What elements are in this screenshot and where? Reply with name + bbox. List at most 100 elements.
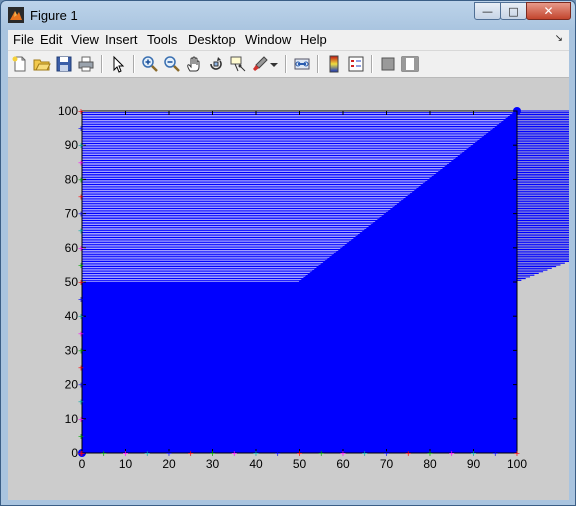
menu-view[interactable]: View: [71, 32, 99, 47]
axis-marker: +: [78, 312, 85, 321]
axis-marker: +: [78, 364, 85, 373]
colorbar-icon[interactable]: [324, 54, 344, 74]
axis-marker: +: [78, 193, 85, 202]
close-button[interactable]: ✕: [526, 2, 571, 20]
print-icon[interactable]: [76, 54, 96, 74]
open-file-icon[interactable]: [32, 54, 52, 74]
save-icon[interactable]: [54, 54, 74, 74]
menu-dock-arrow-icon[interactable]: ↘: [555, 33, 563, 44]
y-tick-label: 20: [65, 378, 79, 392]
axes-plot[interactable]: 0 10 20 30 40 50 60 70 80 90 100010203040506070809…: [8, 78, 569, 500]
axis-marker: +: [405, 449, 412, 458]
y-tick-label: 80: [65, 172, 79, 186]
axis-marker: +: [78, 432, 85, 441]
zoom-in-icon[interactable]: [140, 54, 160, 74]
matlab-figure-icon: [8, 7, 24, 23]
close-icon: ✕: [543, 4, 554, 18]
toolbar-separator: [371, 55, 373, 73]
axis-marker: +: [78, 210, 85, 219]
x-tick-label: 10: [119, 457, 133, 471]
toolbar-separator: [285, 55, 287, 73]
menu-window[interactable]: Window: [245, 32, 291, 47]
axis-marker: +: [78, 398, 85, 407]
menu-file[interactable]: File: [13, 32, 34, 47]
axis-marker: +: [78, 415, 85, 424]
axis-marker: +: [144, 449, 151, 458]
figure-toolbar: [8, 51, 569, 78]
axis-marker: +: [470, 449, 477, 458]
axis-marker: +: [78, 141, 85, 150]
legend-icon[interactable]: [346, 54, 366, 74]
axis-marker: +: [296, 449, 303, 458]
toolbar-separator: [133, 55, 135, 73]
hide-plot-tools-icon[interactable]: [378, 54, 398, 74]
x-tick-label: 30: [206, 457, 220, 471]
axis-marker: +: [448, 449, 455, 458]
minimize-button[interactable]: —: [474, 2, 501, 20]
axis-marker: +: [274, 449, 281, 458]
y-tick-label: 100: [58, 104, 78, 118]
axis-marker: +: [187, 449, 194, 458]
x-tick-label: 90: [467, 457, 481, 471]
menu-tools[interactable]: Tools: [147, 32, 177, 47]
x-tick-label: 70: [380, 457, 394, 471]
maximize-button[interactable]: □: [500, 2, 527, 20]
axis-marker: +: [427, 449, 434, 458]
axis-marker: +: [122, 449, 129, 458]
figure-canvas: 0 10 20 30 40 50 60 70 80 90 100 0 10 20 30 40 50 60 70 80 9…: [8, 78, 569, 500]
axis-marker: +: [361, 449, 368, 458]
menu-edit[interactable]: Edit: [40, 32, 62, 47]
minimize-icon: —: [482, 4, 493, 18]
y-tick-label: 10: [65, 412, 79, 426]
x-tick-label: 50: [293, 457, 307, 471]
axis-marker: +: [78, 381, 85, 390]
window-title: Figure 1: [30, 8, 78, 23]
axis-marker: +: [231, 449, 238, 458]
menu-desktop[interactable]: Desktop: [188, 32, 236, 47]
axis-marker: +: [78, 329, 85, 338]
axis-marker: +: [383, 449, 390, 458]
x-tick-label: 40: [249, 457, 263, 471]
y-tick-label: 40: [65, 309, 79, 323]
show-plot-tools-icon[interactable]: [400, 54, 420, 74]
axis-marker: +: [340, 449, 347, 458]
edit-plot-arrow-icon[interactable]: [108, 54, 128, 74]
menu-bar: File Edit View Insert Tools Desktop Wind…: [8, 30, 569, 51]
x-tick-label: 0: [79, 457, 86, 471]
axis-marker: +: [318, 449, 325, 458]
link-plot-icon[interactable]: [292, 54, 312, 74]
filled-region: [82, 282, 517, 453]
menu-insert[interactable]: Insert: [105, 32, 138, 47]
axis-marker: +: [78, 449, 85, 458]
toolbar-separator: [317, 55, 319, 73]
x-tick-label: 100: [507, 457, 527, 471]
axis-marker: +: [166, 449, 173, 458]
axis-marker: +: [78, 244, 85, 253]
axis-marker: +: [514, 449, 521, 458]
new-figure-icon[interactable]: [10, 54, 30, 74]
axis-marker: +: [100, 449, 107, 458]
rotate-3d-icon[interactable]: [206, 54, 226, 74]
brush-dropdown-icon[interactable]: [268, 54, 280, 74]
zoom-out-icon[interactable]: [162, 54, 182, 74]
axis-marker: +: [253, 449, 260, 458]
axis-marker: +: [78, 158, 85, 167]
y-tick-label: 70: [65, 207, 79, 221]
figure-window: Figure 1 — □ ✕ File Edit View Insert Too…: [0, 0, 576, 506]
data-cursor-icon[interactable]: [228, 54, 248, 74]
axis-marker: +: [209, 449, 216, 458]
x-tick-label: 60: [336, 457, 350, 471]
axis-marker: +: [78, 295, 85, 304]
brush-icon[interactable]: [250, 54, 270, 74]
axis-marker: +: [78, 175, 85, 184]
title-bar[interactable]: Figure 1 — □ ✕: [1, 1, 575, 30]
axis-marker: +: [78, 278, 85, 287]
x-tick-label: 80: [423, 457, 437, 471]
x-tick-label: 20: [162, 457, 176, 471]
axis-marker: +: [78, 261, 85, 270]
y-tick-label: 60: [65, 241, 79, 255]
menu-help[interactable]: Help: [300, 32, 327, 47]
axis-marker: +: [78, 227, 85, 236]
y-tick-label: 50: [65, 275, 79, 289]
pan-hand-icon[interactable]: [184, 54, 204, 74]
